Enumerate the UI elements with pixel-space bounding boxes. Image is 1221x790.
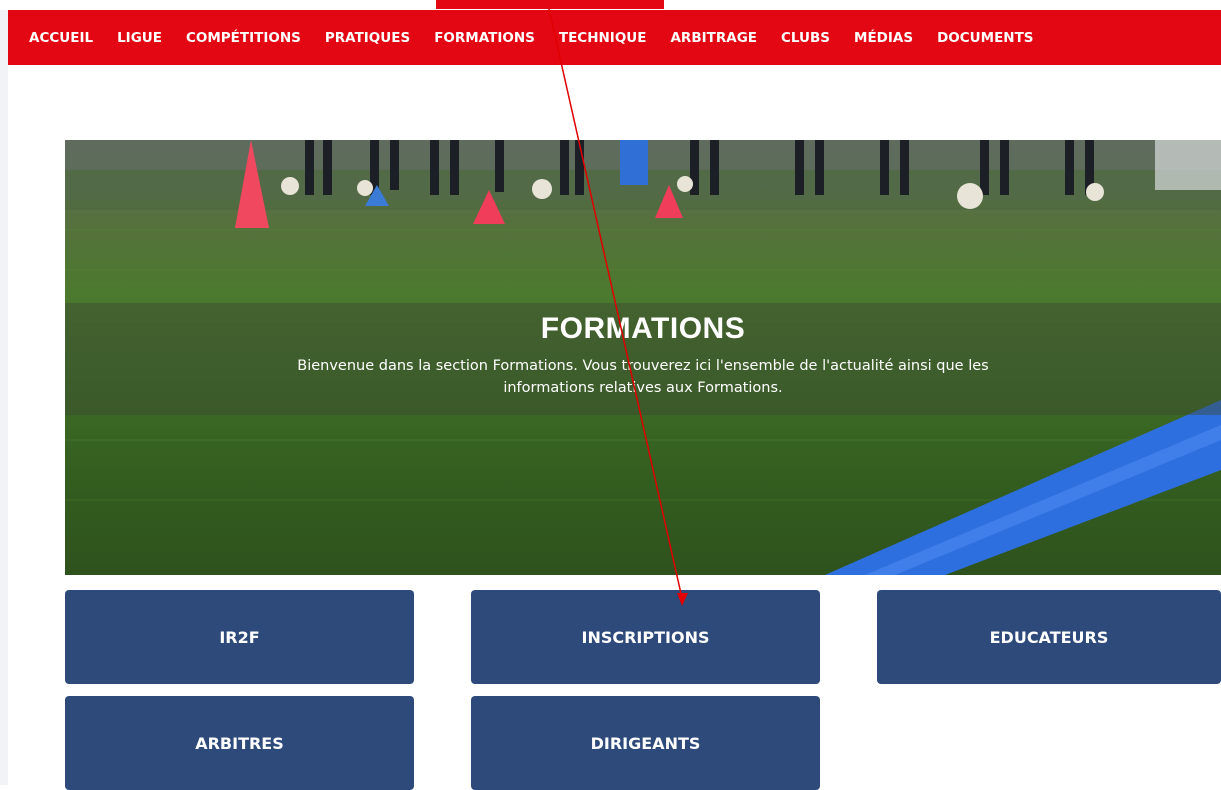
tile-ir2f[interactable]: IR2F bbox=[65, 590, 414, 684]
hero-title: FORMATIONS bbox=[540, 312, 746, 345]
nav-item-technique[interactable]: TECHNIQUE bbox=[559, 30, 647, 46]
nav-item-arbitrage[interactable]: ARBITRAGE bbox=[670, 30, 757, 46]
tile-dirigeants[interactable]: DIRIGEANTS bbox=[471, 696, 820, 790]
nav-item-clubs[interactable]: CLUBS bbox=[781, 30, 830, 46]
nav-item-formations[interactable]: FORMATIONS bbox=[434, 30, 535, 46]
tile-inscriptions[interactable]: INSCRIPTIONS bbox=[471, 590, 820, 684]
hero-description-line-2: informations relatives aux Formations. bbox=[503, 380, 783, 396]
annotation-highlight-box bbox=[436, 0, 664, 9]
hero-banner: FORMATIONS Bienvenue dans la section For… bbox=[65, 140, 1221, 575]
hero-description-line-1: Bienvenue dans la section Formations. Vo… bbox=[297, 358, 989, 374]
tile-educateurs[interactable]: EDUCATEURS bbox=[877, 590, 1221, 684]
nav-item-medias[interactable]: MÉDIAS bbox=[854, 30, 913, 46]
nav-item-competitions[interactable]: COMPÉTITIONS bbox=[186, 30, 301, 46]
nav-item-pratiques[interactable]: PRATIQUES bbox=[325, 30, 410, 46]
hero-description: Bienvenue dans la section Formations. Vo… bbox=[215, 355, 1071, 399]
nav-item-ligue[interactable]: LIGUE bbox=[117, 30, 162, 46]
left-gutter bbox=[0, 10, 8, 785]
main-navigation: ACCUEIL LIGUE COMPÉTITIONS PRATIQUES FOR… bbox=[8, 10, 1221, 65]
tile-arbitres[interactable]: ARBITRES bbox=[65, 696, 414, 790]
nav-item-documents[interactable]: DOCUMENTS bbox=[937, 30, 1033, 46]
nav-item-accueil[interactable]: ACCUEIL bbox=[29, 30, 93, 46]
